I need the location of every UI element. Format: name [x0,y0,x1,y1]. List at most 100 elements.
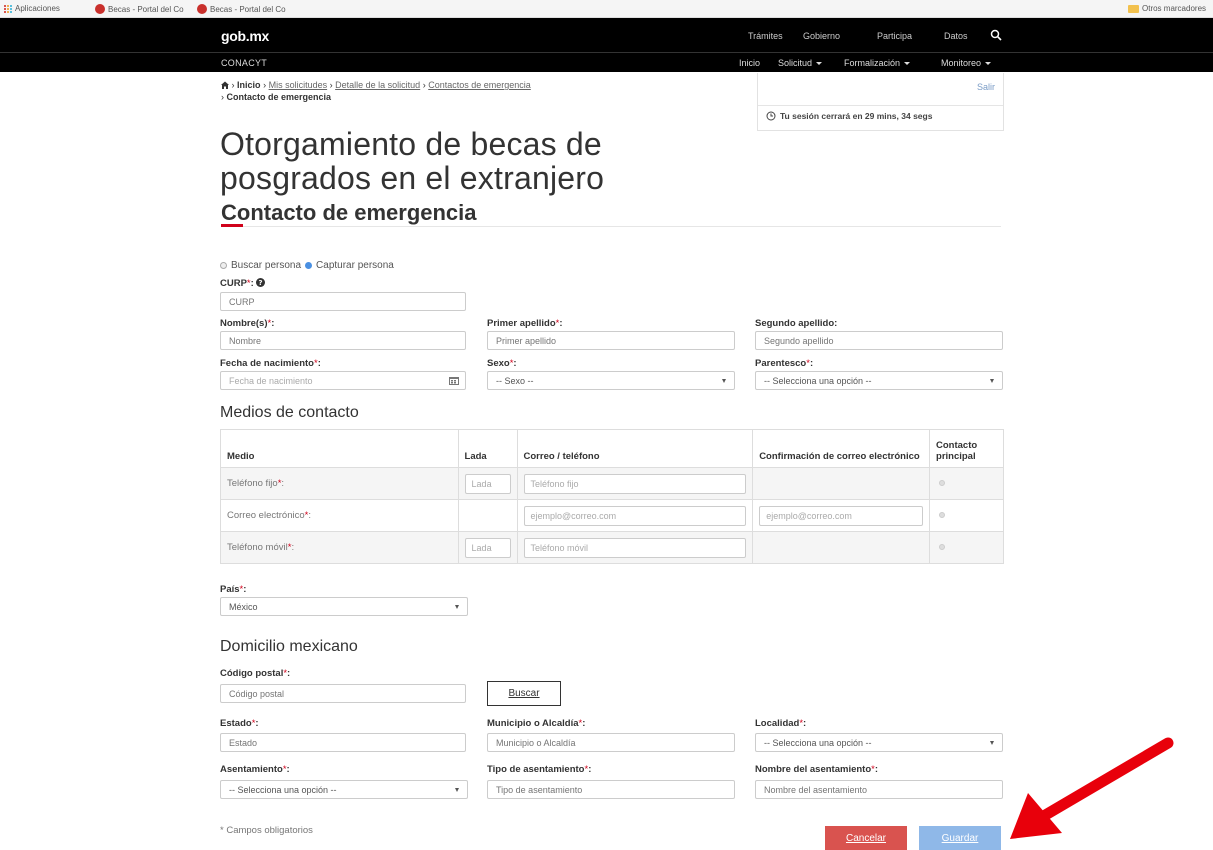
calendar-icon[interactable] [449,376,459,385]
col-confirmacion: Confirmación de correo electrónico [752,429,931,468]
gob-logo[interactable]: gob.mx [221,28,269,44]
bookmark-becas-2[interactable]: Becas - Portal del Co [197,4,286,14]
curp-input[interactable] [220,292,466,311]
pais-label: País*: [220,584,246,595]
nav-inicio[interactable]: Inicio [739,58,760,68]
page-title: Otorgamiento de becas de posgrados en el… [220,127,604,195]
localidad-select[interactable]: -- Selecciona una opción -- [755,733,1003,752]
domicilio-heading: Domicilio mexicano [220,638,358,655]
principal-cell [929,531,1004,564]
nav-solicitud-label: Solicitud [778,58,813,68]
medio-text: Correo electrónico [227,510,305,521]
confirmacion-correo-input[interactable]: ejemplo@correo.com [759,505,924,526]
cancel-button[interactable]: Cancelar [825,826,907,850]
segundo-apellido-input[interactable] [755,331,1003,350]
breadcrumb-separator: › [263,80,267,90]
red-circle-icon [197,4,207,14]
radio-capturar-persona[interactable] [305,262,313,269]
sexo-label-text: Sexo [487,358,510,369]
colon: : [874,764,879,775]
breadcrumb-contactos[interactable]: Contactos de emergencia [428,80,531,90]
telefono-fijo-input[interactable]: Teléfono fijo [523,473,747,494]
colon: : [809,358,814,369]
gob-nav-gobierno[interactable]: Gobierno [803,31,840,41]
telefono-movil-input[interactable]: Teléfono móvil [523,537,747,558]
nombre-input[interactable] [220,331,466,350]
breadcrumb-detalle[interactable]: Detalle de la solicitud [335,80,420,90]
parentesco-label-text: Parentesco [755,358,807,369]
cp-label: Código postal*: [220,668,290,679]
estado-input[interactable] [220,733,466,752]
radio-buscar-persona[interactable] [220,262,227,269]
colon: : [250,278,254,289]
nombre-asentamiento-input[interactable] [755,780,1003,799]
red-circle-icon [95,4,105,14]
logout-link[interactable]: Salir [977,82,995,92]
estado-label: Estado*: [220,718,259,729]
lada-cell: Lada [457,531,518,564]
conacyt-brand[interactable]: CONACYT [221,58,267,68]
colon: : [286,764,290,775]
chevron-down-icon [455,605,459,609]
question-circle-icon[interactable]: ? [256,278,266,287]
municipio-input[interactable] [487,733,735,752]
lada-cell [457,499,518,532]
bookmark-label: Aplicaciones [15,4,60,13]
sexo-select[interactable]: -- Sexo -- [487,371,735,390]
lada-input[interactable]: Lada [464,473,511,494]
accent-bar [221,224,243,227]
nav-formalizacion[interactable]: Formalización [844,58,911,68]
medio-text: Teléfono fijo [227,478,278,489]
bookmark-becas-1[interactable]: Becas - Portal del Co [95,4,184,14]
primer-apellido-input[interactable] [487,331,735,350]
caret-down-icon [985,62,992,66]
sexo-selected: -- Sexo -- [496,376,534,386]
table-row: Correo electrónico*: ejemplo@correo.com … [220,499,1004,532]
col-contacto-principal: Contacto principal [929,429,1004,468]
pais-select[interactable]: México [220,597,468,616]
colon: : [803,718,807,729]
col-medio: Medio [220,429,459,468]
chevron-down-icon [990,741,994,745]
nav-monitoreo[interactable]: Monitoreo [941,58,992,68]
parentesco-select[interactable]: -- Selecciona una opción -- [755,371,1003,390]
breadcrumb-mis-solicitudes[interactable]: Mis solicitudes [269,80,328,90]
localidad-selected: -- Selecciona una opción -- [764,738,872,748]
asentamiento-select[interactable]: -- Selecciona una opción -- [220,780,468,799]
colon: : [255,718,259,729]
radio-label-buscar: Buscar persona [231,260,302,271]
gob-nav-tramites[interactable]: Trámites [748,31,783,41]
valor-cell: Teléfono móvil [516,531,754,564]
gob-nav-datos[interactable]: Datos [944,31,968,41]
codigo-postal-input[interactable] [220,684,466,703]
gob-header: gob.mx Trámites Gobierno Participa Datos [0,18,1213,52]
colon: : [243,584,247,595]
parentesco-label: Parentesco*: [755,358,813,369]
contact-table: Medio Lada Correo / teléfono Confirmació… [220,429,1004,564]
conacyt-navbar: CONACYT Inicio Solicitud Formalización M… [0,52,1213,72]
nav-solicitud[interactable]: Solicitud [778,58,823,68]
radio-principal[interactable] [939,480,946,486]
gob-nav-participa[interactable]: Participa [877,31,912,41]
required-note: * Campos obligatorios [220,825,313,836]
lada-input[interactable]: Lada [464,537,511,558]
breadcrumb-home[interactable]: Inicio [237,80,261,90]
buscar-button[interactable]: Buscar [487,681,561,706]
bookmark-apps[interactable]: Aplicaciones [4,4,60,13]
bookmark-other[interactable]: Otros marcadores [1128,4,1206,13]
save-button[interactable]: Guardar [919,826,1001,850]
tipo-asentamiento-input[interactable] [487,780,735,799]
radio-principal[interactable] [939,512,946,518]
red-arrow-icon [1010,737,1174,839]
medio-cell: Teléfono móvil*: [220,531,459,564]
search-icon[interactable] [990,29,1002,41]
folder-icon [1128,4,1139,13]
radio-principal[interactable] [939,544,946,550]
breadcrumb-current: Contacto de emergencia [226,92,332,102]
correo-input[interactable]: ejemplo@correo.com [523,505,747,526]
nombre-asentamiento-label: Nombre del asentamiento*: [755,764,878,775]
fecha-label-text: Fecha de nacimiento [220,358,314,369]
fecha-nacimiento-input[interactable]: Fecha de nacimiento [220,371,466,390]
parentesco-selected: -- Selecciona una opción -- [764,376,872,386]
lada-cell: Lada [457,467,518,500]
